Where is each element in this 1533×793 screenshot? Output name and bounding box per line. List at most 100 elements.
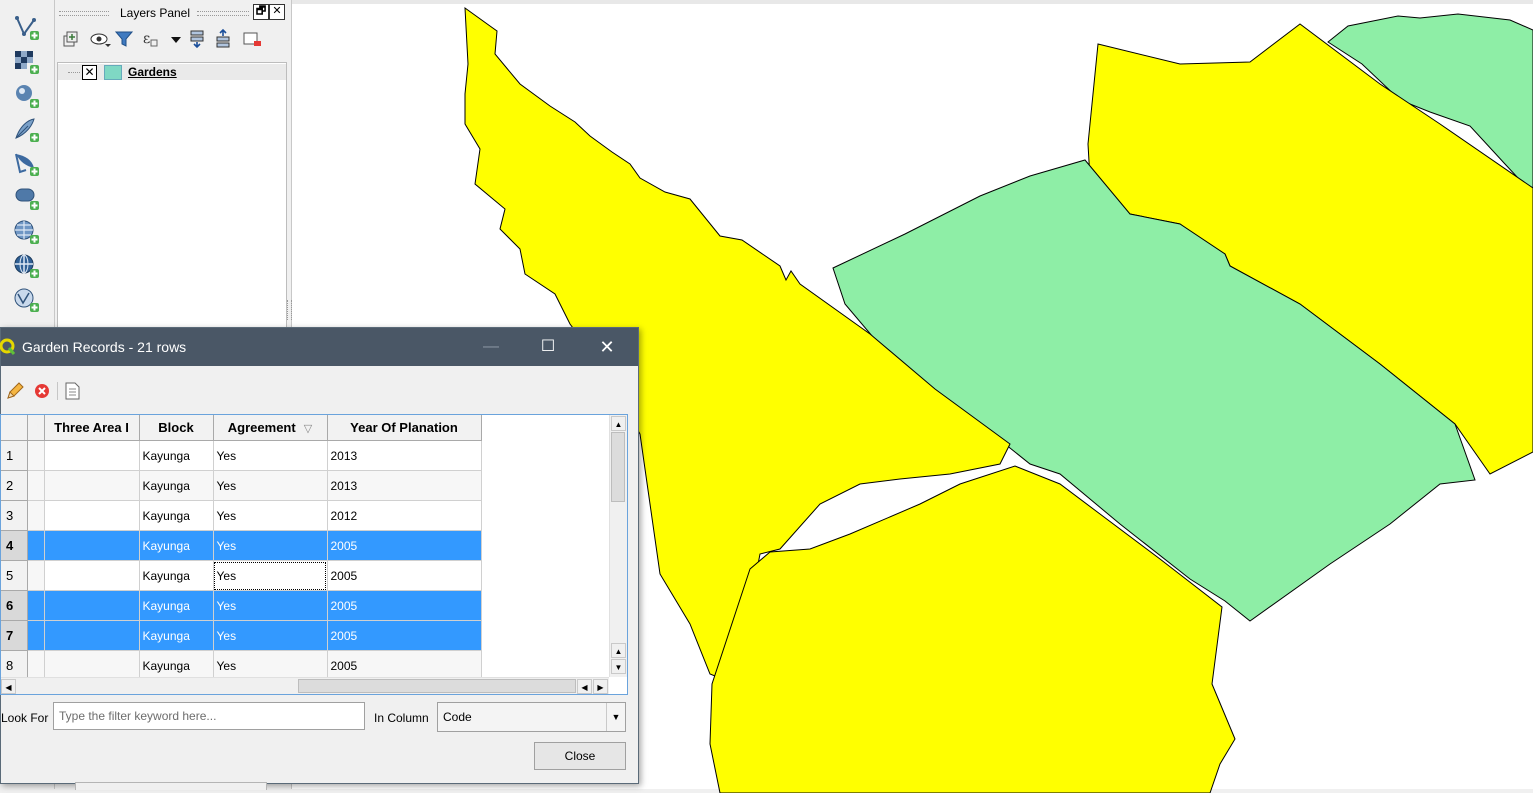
cell-agreement[interactable]: Yes — [213, 590, 328, 621]
cell-agreement[interactable]: Yes — [213, 560, 328, 591]
cell-block[interactable]: Kayunga — [139, 620, 214, 651]
open-field-calculator-icon[interactable] — [61, 380, 83, 402]
expand-all-icon[interactable] — [187, 28, 209, 50]
layer-item-gardens[interactable]: ✕ Gardens — [58, 64, 286, 80]
float-panel-button[interactable]: 🗗 — [253, 4, 269, 20]
remove-layer-icon[interactable] — [241, 28, 263, 50]
cell-three-area[interactable] — [44, 650, 140, 681]
manage-visibility-icon[interactable] — [89, 28, 111, 50]
cell-agreement[interactable]: Yes — [213, 440, 328, 471]
cell-three-area[interactable] — [44, 440, 140, 471]
cell-block[interactable]: Kayunga — [139, 590, 214, 621]
scroll-right-button[interactable]: ▶ — [593, 679, 608, 694]
cell-year[interactable]: 2005 — [327, 560, 482, 591]
add-wcs-layer-icon[interactable] — [12, 252, 42, 280]
table-row[interactable]: 4 Kayunga Yes 2005 — [1, 530, 610, 561]
filter-legend-icon[interactable] — [113, 28, 135, 50]
layer-name[interactable]: Gardens — [128, 64, 177, 80]
row-number[interactable]: 8 — [1, 650, 28, 681]
cell-year[interactable]: 2013 — [327, 440, 482, 471]
cell-agreement[interactable]: Yes — [213, 650, 328, 681]
row-number[interactable]: 7 — [1, 620, 28, 651]
toggle-editing-icon[interactable] — [4, 380, 26, 402]
minimize-button[interactable]: — — [468, 328, 514, 366]
add-wms-layer-icon[interactable] — [12, 218, 42, 246]
cell-block[interactable]: Kayunga — [139, 440, 214, 471]
close-panel-button[interactable]: ✕ — [269, 4, 285, 20]
cell-block[interactable]: Kayunga — [139, 650, 214, 681]
records-table[interactable]: Three Area I Block Agreement ▽ Year Of Pl… — [1, 415, 610, 681]
chevron-down-icon[interactable]: ▼ — [606, 703, 625, 731]
filter-expression-icon[interactable]: ε — [141, 28, 163, 50]
cell-year[interactable]: 2012 — [327, 500, 482, 531]
cell-three-area[interactable] — [44, 590, 140, 621]
cell-year[interactable]: 2005 — [327, 530, 482, 561]
row-number[interactable]: 6 — [1, 590, 28, 621]
cell-three-area[interactable] — [44, 500, 140, 531]
layer-visibility-checkbox[interactable]: ✕ — [82, 65, 97, 80]
column-header-year[interactable]: Year Of Planation — [327, 415, 482, 441]
cell-agreement[interactable]: Yes — [213, 530, 328, 561]
column-header-block[interactable]: Block — [139, 415, 214, 441]
vertical-scroll-thumb[interactable] — [611, 432, 625, 502]
panel-grip-right[interactable] — [197, 11, 249, 16]
horizontal-scroll-thumb[interactable] — [298, 679, 576, 693]
scroll-left-button-right[interactable]: ◀ — [577, 679, 592, 694]
table-row[interactable]: 1 Kayunga Yes 2013 — [1, 440, 610, 471]
scroll-up-button[interactable]: ▲ — [611, 416, 626, 431]
layers-tree[interactable]: ✕ Gardens — [57, 62, 287, 334]
table-row[interactable]: 6 Kayunga Yes 2005 — [1, 590, 610, 621]
maximize-button[interactable]: ☐ — [525, 328, 571, 366]
add-spatialite-layer-icon[interactable] — [12, 116, 42, 144]
add-raster-layer-icon[interactable] — [12, 48, 42, 76]
cell-block[interactable]: Kayunga — [139, 530, 214, 561]
table-row[interactable]: 7 Kayunga Yes 2005 — [1, 620, 610, 651]
cell-agreement[interactable]: Yes — [213, 470, 328, 501]
cell-year[interactable]: 2005 — [327, 650, 482, 681]
horizontal-scrollbar[interactable]: ◀ ◀ ▶ — [1, 677, 609, 694]
add-postgis-layer-icon[interactable] — [12, 82, 42, 110]
vertical-scrollbar[interactable]: ▲ ▲ ▼ — [609, 415, 627, 677]
close-button[interactable]: Close — [534, 742, 626, 770]
expression-dropdown-icon[interactable] — [165, 28, 181, 50]
filter-keyword-input[interactable] — [53, 702, 365, 730]
scroll-left-button[interactable]: ◀ — [1, 679, 16, 694]
table-row[interactable]: 3 Kayunga Yes 2012 — [1, 500, 610, 531]
attribute-table[interactable]: Three Area I Block Agreement ▽ Year Of Pl… — [0, 414, 628, 695]
close-window-button[interactable]: ✕ — [584, 328, 630, 366]
cell-year[interactable]: 2005 — [327, 590, 482, 621]
column-header-agreement[interactable]: Agreement ▽ — [213, 415, 328, 441]
collapse-all-icon[interactable] — [213, 28, 235, 50]
add-wfs-layer-icon[interactable] — [12, 286, 42, 314]
scroll-down-button[interactable]: ▼ — [611, 659, 626, 674]
add-oracle-layer-icon[interactable] — [12, 184, 42, 212]
cell-block[interactable]: Kayunga — [139, 470, 214, 501]
cell-agreement[interactable]: Yes — [213, 620, 328, 651]
cell-three-area[interactable] — [44, 470, 140, 501]
cell-block[interactable]: Kayunga — [139, 560, 214, 591]
cell-three-area[interactable] — [44, 560, 140, 591]
table-row[interactable]: 5 Kayunga Yes 2005 — [1, 560, 610, 591]
row-number[interactable]: 5 — [1, 560, 28, 591]
row-number[interactable]: 4 — [1, 530, 28, 561]
cell-three-area[interactable] — [44, 620, 140, 651]
add-group-icon[interactable] — [61, 28, 83, 50]
add-mssql-layer-icon[interactable] — [12, 150, 42, 178]
row-number[interactable]: 3 — [1, 500, 28, 531]
table-row[interactable]: 8 Kayunga Yes 2005 — [1, 650, 610, 681]
dialog-titlebar[interactable]: Garden Records - 21 rows — ☐ ✕ — [0, 328, 638, 366]
delete-selected-icon[interactable] — [31, 380, 53, 402]
scroll-up-button-lower[interactable]: ▲ — [611, 643, 626, 658]
row-number[interactable]: 2 — [1, 470, 28, 501]
cell-three-area[interactable] — [44, 530, 140, 561]
table-row[interactable]: 2 Kayunga Yes 2013 — [1, 470, 610, 501]
cell-year[interactable]: 2005 — [327, 620, 482, 651]
column-header-three-area[interactable]: Three Area I — [44, 415, 140, 441]
add-vector-layer-icon[interactable] — [12, 14, 42, 42]
column-select[interactable]: Code ▼ — [437, 702, 626, 732]
cell-agreement[interactable]: Yes — [213, 500, 328, 531]
cell-block[interactable]: Kayunga — [139, 500, 214, 531]
corner-header[interactable] — [1, 415, 28, 441]
row-number[interactable]: 1 — [1, 440, 28, 471]
cell-year[interactable]: 2013 — [327, 470, 482, 501]
